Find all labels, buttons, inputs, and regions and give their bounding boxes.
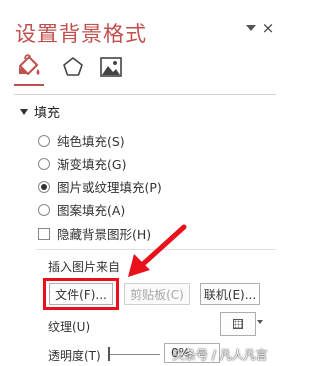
radio-pattern-fill[interactable]: 图案填充(A) (38, 200, 125, 219)
transparency-slider-track[interactable] (110, 354, 160, 355)
active-tab-indicator (14, 84, 44, 86)
pentagon-icon (63, 57, 83, 76)
radio-solid-fill[interactable]: 纯色填充(S) (38, 131, 125, 150)
expand-triangle-icon (20, 108, 28, 115)
online-button[interactable]: 联机(E)... (200, 283, 260, 305)
divider (14, 94, 276, 95)
radio-button[interactable] (38, 134, 50, 147)
tab-picture[interactable] (98, 53, 124, 81)
radio-selected-dot (41, 183, 47, 190)
close-icon: × (261, 19, 275, 37)
radio-label: 渐变填充(G) (57, 157, 127, 172)
radio-label: 图案填充(A) (57, 203, 126, 218)
pane-title: 设置背景格式 (15, 22, 147, 46)
radio-gradient-fill[interactable]: 渐变填充(G) (38, 154, 126, 173)
transparency-label: 透明度(T) (48, 349, 101, 363)
insert-picture-from-label: 插入图片来自 (48, 260, 121, 274)
picture-icon (100, 57, 122, 77)
chevron-down-icon (246, 25, 256, 31)
format-background-pane: 设置背景格式 × 填充 纯色填充(S) 渐变填充(G) 图片或纹理填充(P) 图… (0, 0, 285, 366)
radio-button[interactable] (38, 203, 50, 216)
tab-effects[interactable] (60, 53, 86, 81)
radio-label: 图片或纹理填充(P) (57, 180, 162, 195)
pane-options-button[interactable] (244, 21, 258, 35)
annotation-arrow-icon (128, 224, 187, 277)
fill-bucket-icon (19, 54, 40, 75)
radio-label: 纯色填充(S) (57, 134, 125, 149)
radio-button[interactable] (38, 157, 50, 170)
chevron-down-icon (257, 320, 263, 324)
texture-label: 纹理(U) (48, 320, 91, 334)
tab-fill[interactable] (16, 53, 42, 81)
annotation-highlight-box (43, 278, 119, 310)
fill-section-header[interactable]: 填充 (20, 102, 60, 121)
radio-button[interactable] (38, 180, 50, 193)
fill-section-label: 填充 (34, 106, 61, 121)
clipboard-button[interactable]: 剪贴板(C) (124, 283, 190, 305)
texture-dropdown[interactable] (220, 312, 256, 336)
transparency-slider-thumb[interactable] (108, 347, 110, 361)
texture-swatch-icon (233, 319, 243, 329)
close-button[interactable]: × (261, 19, 275, 37)
watermark: 头条号 / 凡人凡言 (172, 348, 268, 362)
radio-picture-texture-fill[interactable]: 图片或纹理填充(P) (38, 177, 162, 196)
checkbox[interactable] (38, 227, 50, 240)
